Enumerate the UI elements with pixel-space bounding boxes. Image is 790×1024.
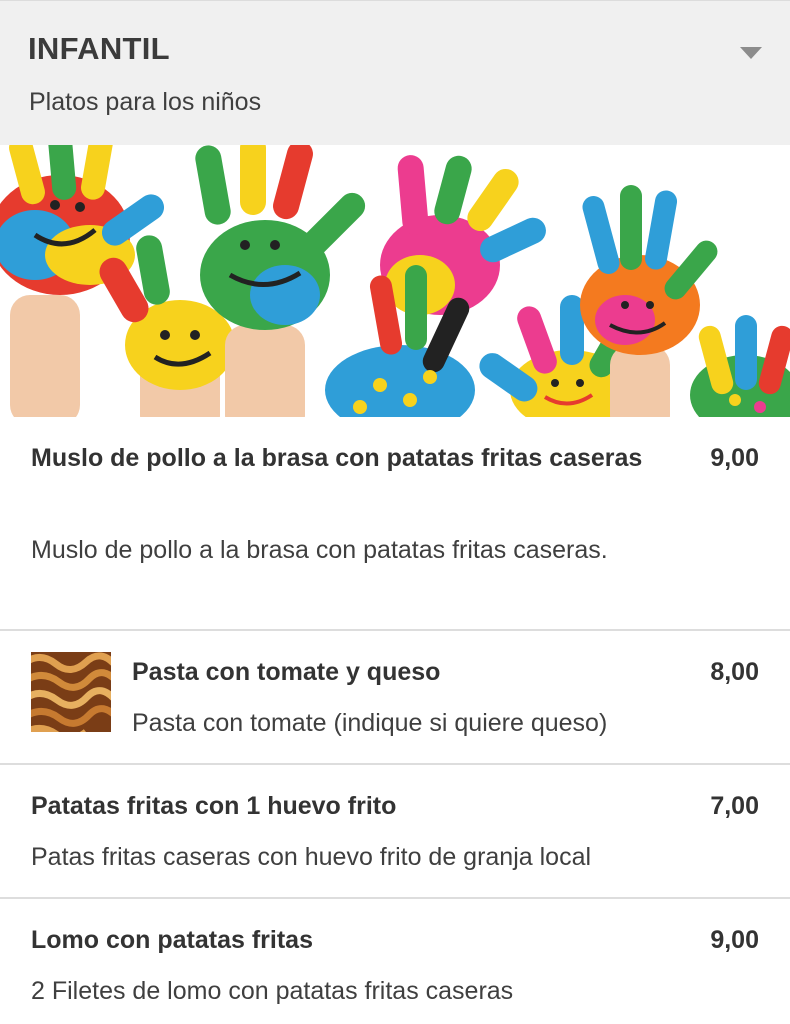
item-price: 9,00: [710, 926, 759, 954]
item-description: Patas fritas caseras con huevo frito de …: [31, 843, 592, 871]
section-header-infantil[interactable]: INFANTIL Platos para los niños: [0, 0, 790, 145]
item-price: 8,00: [710, 658, 759, 686]
painted-hands-illustration: [0, 145, 790, 417]
menu-item[interactable]: Patatas fritas con 1 huevo frito 7,00 Pa…: [0, 765, 790, 899]
pasta-thumbnail: [31, 652, 111, 732]
section-title: INFANTIL: [28, 31, 170, 66]
menu-page: INFANTIL Platos para los niños Muslo de …: [0, 0, 790, 1024]
menu-item[interactable]: Lomo con patatas fritas 9,00 2 Filetes d…: [0, 899, 790, 1024]
item-price: 9,00: [710, 444, 759, 472]
pasta-image: [31, 652, 111, 732]
item-name: Lomo con patatas fritas: [31, 926, 313, 954]
menu-item[interactable]: Muslo de pollo a la brasa con patatas fr…: [0, 417, 790, 631]
item-description: 2 Filetes de lomo con patatas fritas cas…: [31, 977, 514, 1005]
menu-item[interactable]: Pasta con tomate y queso 8,00 Pasta con …: [0, 631, 790, 765]
item-description: Muslo de pollo a la brasa con patatas fr…: [31, 536, 608, 564]
banner-image: [0, 145, 790, 417]
item-price: 7,00: [710, 792, 759, 820]
chevron-down-icon[interactable]: [740, 47, 762, 59]
item-name: Patatas fritas con 1 huevo frito: [31, 792, 397, 820]
item-description: Pasta con tomate (indique si quiere ques…: [132, 709, 608, 737]
item-name: Muslo de pollo a la brasa con patatas fr…: [31, 444, 643, 472]
item-name: Pasta con tomate y queso: [132, 658, 441, 686]
section-subtitle: Platos para los niños: [29, 88, 262, 116]
